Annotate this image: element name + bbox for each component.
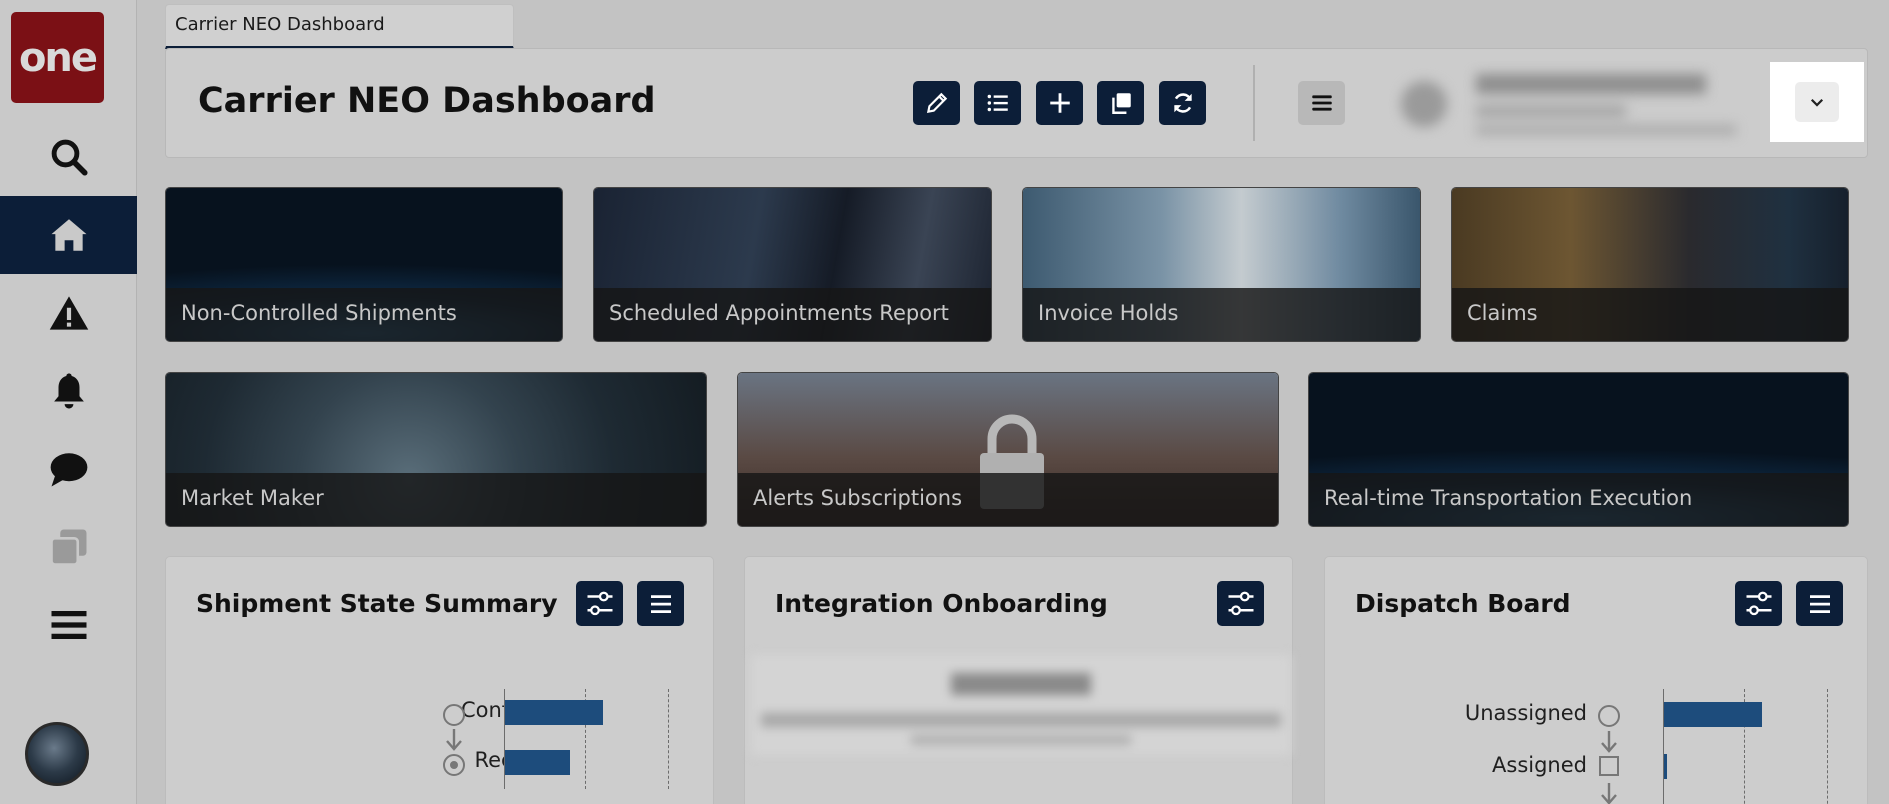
tile-scheduled-appointments-report[interactable]: Scheduled Appointments Report (593, 187, 992, 342)
chart-gridline (668, 689, 669, 789)
target-icon (443, 754, 465, 776)
tile-invoice-holds[interactable]: Invoice Holds (1022, 187, 1421, 342)
tile-label: Real-time Transportation Execution (1309, 473, 1848, 526)
sliders-icon (1746, 591, 1771, 615)
refresh-icon (1173, 93, 1192, 113)
user-avatar[interactable] (25, 722, 89, 786)
add-button[interactable] (1036, 81, 1083, 125)
search-icon (51, 139, 88, 176)
list-button[interactable] (974, 81, 1021, 125)
tile-label: Non-Controlled Shipments (166, 288, 562, 341)
chat-icon (50, 453, 87, 487)
bar-received (505, 750, 571, 775)
menu-icon (1311, 95, 1332, 111)
widget-shipment-state-summary: Shipment State Summary Confirmed Receive… (165, 556, 714, 804)
filter-button[interactable] (576, 581, 623, 626)
sliders-icon (1228, 591, 1253, 615)
plus-icon (1049, 93, 1070, 113)
square-icon (1599, 756, 1619, 776)
tile-label: Market Maker (166, 473, 706, 526)
sidebar-item-messages[interactable] (0, 430, 137, 508)
home-icon (51, 219, 86, 251)
tile-claims[interactable]: Claims (1451, 187, 1849, 342)
arrow-down-icon (1601, 731, 1617, 753)
sidebar-item-search[interactable] (0, 118, 137, 196)
refresh-button[interactable] (1159, 81, 1206, 125)
tile-label: Alerts Subscriptions (738, 473, 1278, 526)
widget-dispatch-board: Dispatch Board Unassigned Assigned (1324, 556, 1868, 804)
menu-icon (51, 611, 86, 639)
copy-icon (49, 529, 86, 566)
user-info-blurred (1391, 59, 1771, 149)
chart-gridline (1827, 689, 1828, 804)
tile-label: Claims (1452, 288, 1848, 341)
widget-title: Dispatch Board (1355, 589, 1571, 618)
blurred-content (751, 655, 1291, 755)
widget-integration-onboarding: Integration Onboarding (744, 556, 1293, 804)
page-header: Carrier NEO Dashboard (165, 48, 1868, 158)
bar-assigned (1664, 754, 1668, 779)
app-logo[interactable]: one (11, 12, 104, 103)
filter-button[interactable] (1217, 581, 1264, 626)
widget-title: Integration Onboarding (775, 589, 1108, 618)
tile-label: Scheduled Appointments Report (594, 288, 991, 341)
widget-menu-button[interactable] (1796, 581, 1843, 626)
menu-icon (650, 594, 671, 613)
tile-market-maker[interactable]: Market Maker (165, 372, 707, 527)
tile-real-time-transportation-execution[interactable]: Real-time Transportation Execution (1308, 372, 1849, 527)
state-label-unassigned: Unassigned (1464, 701, 1587, 725)
sidebar-item-home[interactable] (0, 196, 137, 274)
bell-icon (53, 373, 84, 409)
bar-confirmed (505, 700, 603, 725)
tile-non-controlled-shipments[interactable]: Non-Controlled Shipments (165, 187, 563, 342)
widget-menu-button[interactable] (637, 581, 684, 626)
circle-icon (443, 704, 465, 726)
edit-button[interactable] (913, 81, 960, 125)
page-title: Carrier NEO Dashboard (198, 81, 656, 121)
pencil-icon (926, 92, 947, 114)
tile-alerts-subscriptions[interactable]: Alerts Subscriptions (737, 372, 1279, 527)
state-label-assigned: Assigned (1492, 753, 1587, 777)
arrow-down-icon (1601, 783, 1617, 804)
sidebar-item-menu[interactable] (0, 586, 137, 664)
circle-icon (1598, 705, 1620, 727)
header-menu-button[interactable] (1298, 81, 1345, 125)
sidebar-item-notifications[interactable] (0, 352, 137, 430)
bar-unassigned (1664, 702, 1762, 727)
widget-title: Shipment State Summary (196, 589, 558, 618)
menu-icon (1809, 594, 1830, 613)
chevron-down-icon (1810, 98, 1824, 107)
sliders-icon (587, 591, 612, 615)
sidebar-item-alerts[interactable] (0, 274, 137, 352)
tile-label: Invoice Holds (1023, 288, 1420, 341)
filter-button[interactable] (1735, 581, 1782, 626)
alert-icon (49, 296, 88, 330)
list-icon (987, 94, 1008, 112)
header-divider (1253, 65, 1255, 141)
copy-icon (1111, 93, 1131, 114)
header-expand-button[interactable] (1770, 62, 1864, 142)
sidebar-item-windows[interactable] (0, 508, 137, 586)
tab-carrier-neo-dashboard[interactable]: Carrier NEO Dashboard (165, 4, 514, 49)
duplicate-button[interactable] (1097, 81, 1144, 125)
sidebar: one (0, 0, 137, 804)
